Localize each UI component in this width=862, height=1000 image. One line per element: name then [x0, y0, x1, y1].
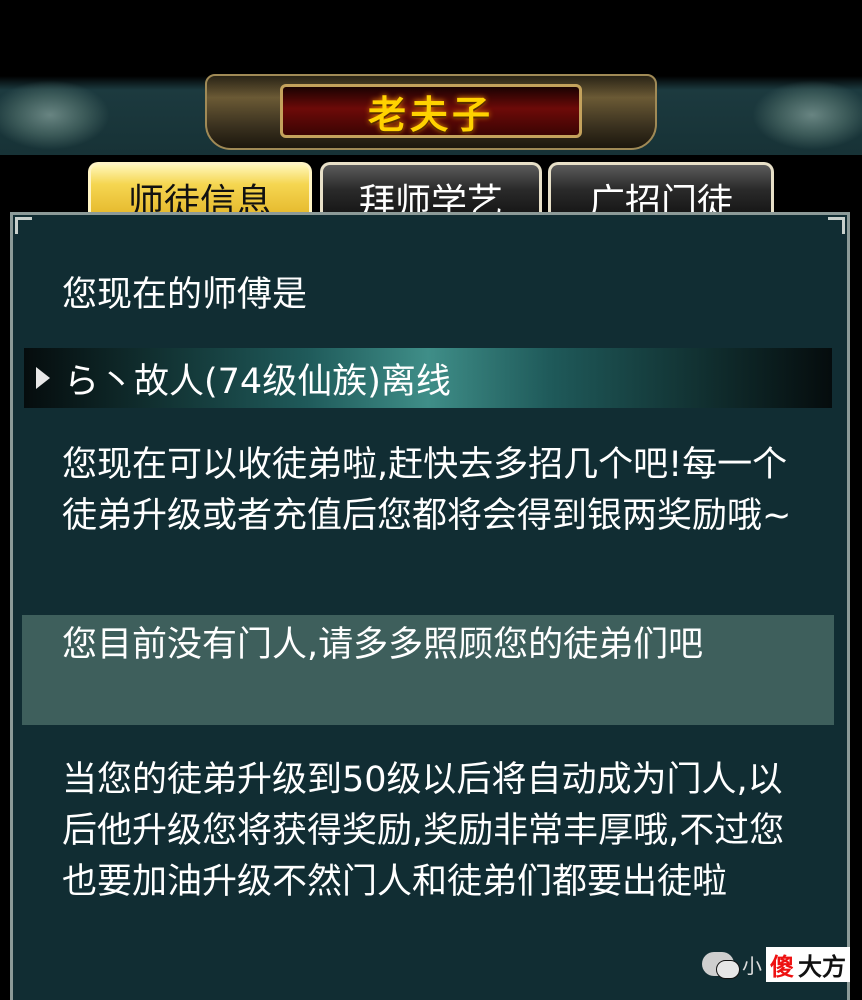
wechat-icon	[702, 952, 740, 979]
master-label: 您现在的师傅是	[62, 275, 308, 315]
corner-decoration-icon	[828, 217, 845, 234]
master-entry-row[interactable]: ら丶故人(74级仙族)离线	[24, 348, 832, 408]
play-arrow-icon	[36, 367, 50, 389]
npc-title: 老夫子	[367, 92, 494, 137]
corner-decoration-icon	[15, 217, 32, 234]
watermark: 小 傻 大方	[702, 944, 850, 984]
cloud-ornament-left-icon	[0, 80, 110, 150]
cloud-ornament-right-icon	[752, 80, 862, 150]
title-plate: 老夫子	[280, 84, 582, 138]
recruit-message: 您现在可以收徒弟啦,赶快去多招几个吧!每一个徒弟升级或者充值后您都将会得到银两奖…	[62, 445, 792, 536]
notice-message: 您目前没有门人,请多多照顾您的徒弟们吧	[62, 625, 704, 665]
info-message: 当您的徒弟升级到50级以后将自动成为门人,以后他升级您将获得奖励,奖励非常丰厚哦…	[62, 760, 785, 902]
watermark-suffix: 大方	[798, 946, 850, 982]
watermark-prefix: 小	[742, 953, 762, 978]
master-entry-text: ら丶故人(74级仙族)离线	[64, 361, 451, 402]
watermark-highlight: 傻	[766, 946, 798, 982]
